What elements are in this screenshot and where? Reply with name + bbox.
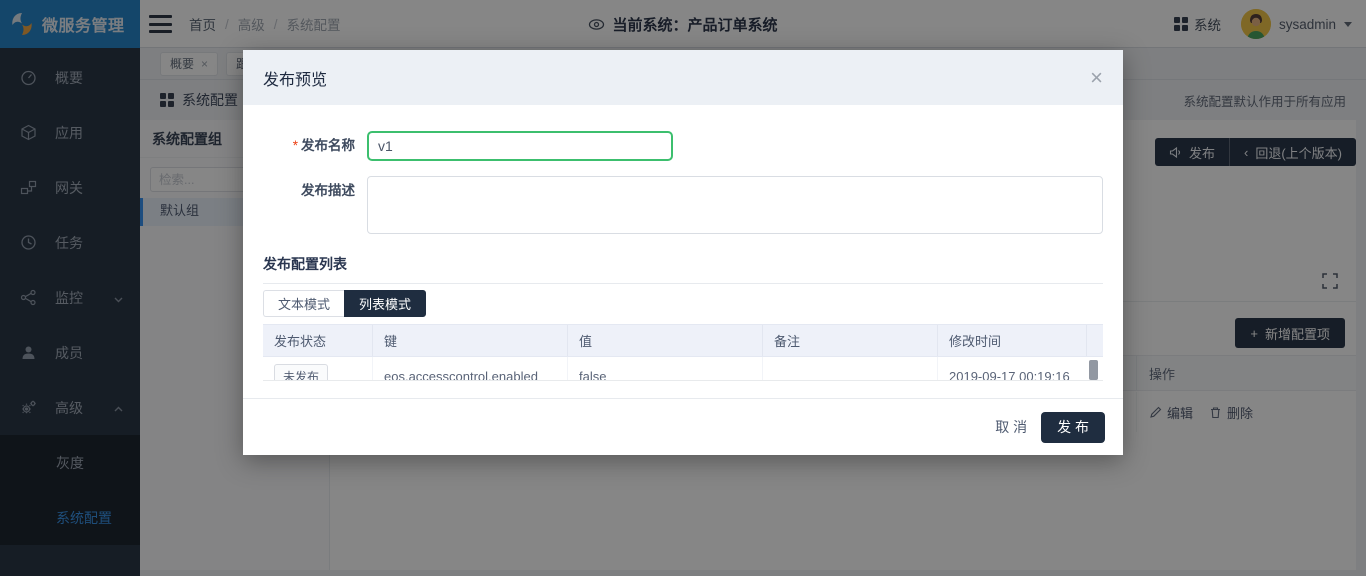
release-desc-input[interactable] [367,176,1103,234]
config-list-section-title: 发布配置列表 [263,254,1103,274]
close-icon[interactable]: × [1090,67,1103,89]
scrollbar-thumb[interactable] [1089,360,1098,380]
cell-modified: 2019-09-17 00:19:16 [938,357,1103,381]
status-badge: 未发布 [274,364,328,382]
header-key: 键 [373,325,568,356]
publish-preview-modal: 发布预览 × *发布名称 发布描述 发布配置列表 文本模式 列表模式 [243,50,1123,455]
preview-table-header: 发布状态 键 值 备注 修改时间 [263,324,1103,357]
scrollbar-gutter [1086,325,1087,356]
release-name-label: *发布名称 [263,131,355,161]
tab-text-mode[interactable]: 文本模式 [263,290,344,317]
release-name-input[interactable] [367,131,673,161]
cell-remark [763,357,938,381]
mode-tabs: 文本模式 列表模式 [263,290,1103,317]
required-asterisk: * [293,138,298,153]
release-desc-label: 发布描述 [263,176,355,234]
header-modified: 修改时间 [938,325,1103,356]
tab-list-mode[interactable]: 列表模式 [344,290,426,317]
header-status: 发布状态 [263,325,373,356]
modal-footer: 取 消 发 布 [243,398,1123,455]
table-row: 未发布 eos.accesscontrol.enabled false 2019… [263,357,1103,381]
header-value: 值 [568,325,763,356]
cancel-button[interactable]: 取 消 [995,417,1027,437]
app-root: 微服务管理 首页 / 高级 / 系统配置 当前系统：产品订单系统 系统 [0,0,1366,576]
cell-key: eos.accesscontrol.enabled [373,357,568,381]
divider [263,283,1103,284]
modal-title: 发布预览 [263,66,327,90]
modal-header: 发布预览 × [243,50,1123,105]
confirm-publish-button[interactable]: 发 布 [1041,412,1105,443]
modal-body: *发布名称 发布描述 发布配置列表 文本模式 列表模式 发布状态 键 [243,105,1123,381]
cell-value: false [568,357,763,381]
preview-table: 发布状态 键 值 备注 修改时间 未发布 eos.accesscontrol.e… [263,324,1103,381]
header-remark: 备注 [763,325,938,356]
